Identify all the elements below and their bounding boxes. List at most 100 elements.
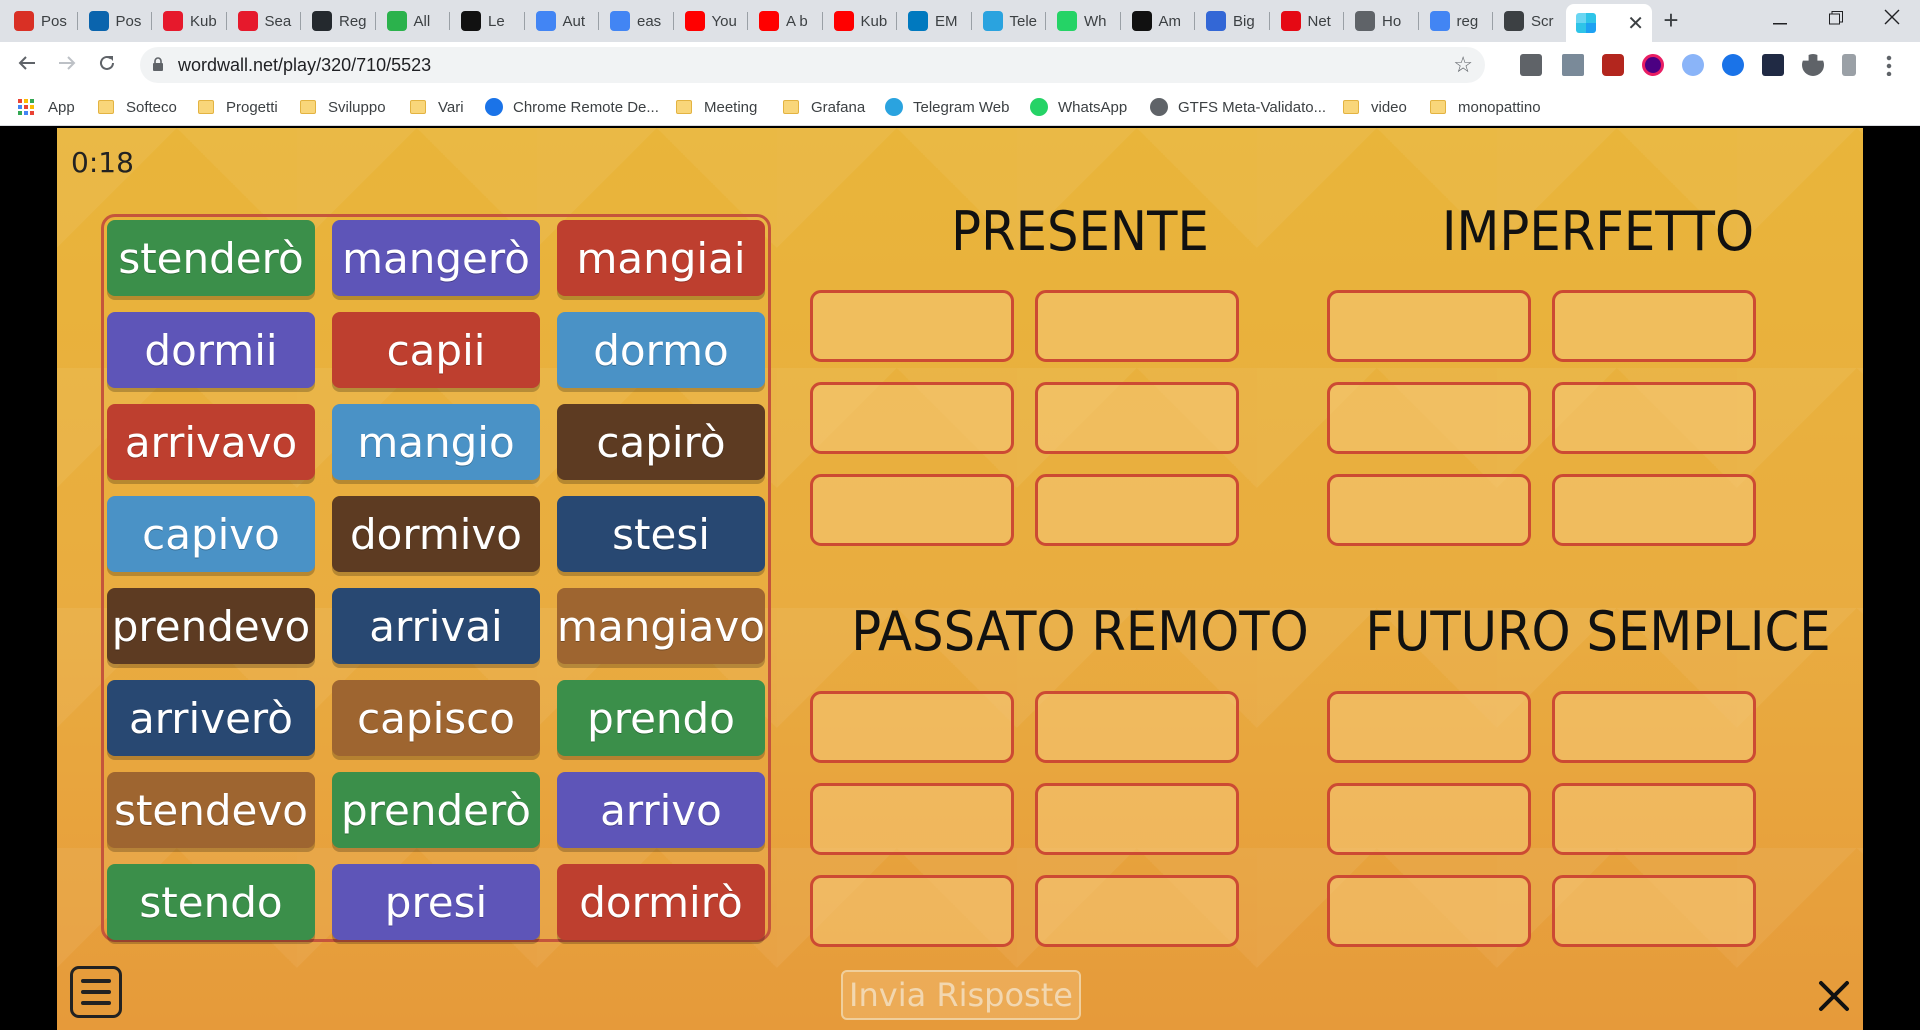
tab[interactable]: Scr [1494, 6, 1565, 36]
word-tile[interactable]: dormivo [332, 496, 540, 572]
tab[interactable]: EM [898, 6, 969, 36]
word-tile[interactable]: prendevo [107, 588, 315, 664]
word-tile[interactable]: stendo [107, 864, 315, 940]
drop-slot-presente[interactable] [810, 474, 1014, 546]
bookmark-apps[interactable]: App [18, 96, 75, 118]
tab[interactable]: Aut [526, 6, 597, 36]
tab[interactable]: Kub [153, 6, 224, 36]
drop-slot-imperfetto[interactable] [1552, 382, 1756, 454]
close-window-button[interactable] [1864, 0, 1920, 40]
tab[interactable]: Wh [1047, 6, 1118, 36]
drop-slot-futuro-semplice[interactable] [1552, 783, 1756, 855]
bookmark-item[interactable]: Meeting [676, 96, 757, 118]
color-picker-extension-icon[interactable] [1642, 54, 1664, 76]
drop-slot-passato-remoto[interactable] [1035, 783, 1239, 855]
drop-slot-imperfetto[interactable] [1552, 290, 1756, 362]
tab[interactable]: A b [749, 6, 820, 36]
close-game-button[interactable] [1809, 971, 1859, 1021]
drop-slot-passato-remoto[interactable] [810, 875, 1014, 947]
menu-button[interactable] [70, 966, 122, 1018]
word-tile[interactable]: dormo [557, 312, 765, 388]
puzzle-extensions-icon[interactable] [1802, 54, 1824, 76]
drop-slot-futuro-semplice[interactable] [1327, 875, 1531, 947]
tab[interactable]: Le [451, 6, 522, 36]
drop-slot-passato-remoto[interactable] [810, 783, 1014, 855]
drop-slot-passato-remoto[interactable] [1035, 875, 1239, 947]
minimize-button[interactable] [1752, 0, 1808, 40]
forward-button[interactable] [52, 50, 82, 80]
submit-answers-button[interactable]: Invia Risposte [841, 970, 1081, 1020]
tab[interactable]: All [377, 6, 448, 36]
drop-slot-futuro-semplice[interactable] [1552, 875, 1756, 947]
word-tile[interactable]: stenderò [107, 220, 315, 296]
word-tile[interactable]: prendo [557, 680, 765, 756]
word-tile[interactable]: capii [332, 312, 540, 388]
profile-icon[interactable] [1842, 54, 1856, 76]
bookmark-item[interactable]: Softeco [98, 96, 177, 118]
word-tile[interactable]: stesi [557, 496, 765, 572]
tab[interactable]: Kub [824, 6, 895, 36]
drop-slot-imperfetto[interactable] [1552, 474, 1756, 546]
tab[interactable]: Net [1271, 6, 1342, 36]
restore-button[interactable] [1808, 0, 1864, 40]
vue-extension-icon[interactable] [1562, 54, 1584, 76]
tab[interactable]: Ho [1345, 6, 1416, 36]
bookmark-item[interactable]: Telegram Web [885, 96, 1009, 118]
bookmark-item[interactable]: Grafana [783, 96, 865, 118]
ublock-extension-icon[interactable] [1602, 54, 1624, 76]
word-tile[interactable]: mangiavo [557, 588, 765, 664]
word-tile[interactable]: capisco [332, 680, 540, 756]
bookmark-item[interactable]: Chrome Remote De... [485, 96, 659, 118]
drive-extension-icon[interactable] [1520, 54, 1542, 76]
tab[interactable]: Sea [228, 6, 299, 36]
tab[interactable]: Pos [79, 6, 150, 36]
close-tab-icon[interactable]: ✕ [1627, 11, 1644, 36]
tab[interactable]: Big [1196, 6, 1267, 36]
bookmark-item[interactable]: Progetti [198, 96, 278, 118]
word-tile[interactable]: dormirò [557, 864, 765, 940]
word-tile[interactable]: arriverò [107, 680, 315, 756]
address-bar[interactable]: wordwall.net/play/320/710/5523 ☆ [140, 47, 1485, 83]
word-tile[interactable]: mangio [332, 404, 540, 480]
bookmark-item[interactable]: video [1343, 96, 1407, 118]
tab[interactable]: Tele [973, 6, 1044, 36]
drop-slot-imperfetto[interactable] [1327, 474, 1531, 546]
back-button[interactable] [12, 50, 42, 80]
word-tile[interactable]: arrivavo [107, 404, 315, 480]
connect-extension-icon[interactable] [1722, 54, 1744, 76]
tab[interactable]: eas [600, 6, 671, 36]
tab[interactable]: You [675, 6, 746, 36]
edit-extension-icon[interactable] [1682, 54, 1704, 76]
drop-slot-presente[interactable] [810, 290, 1014, 362]
drop-slot-presente[interactable] [1035, 382, 1239, 454]
word-tile[interactable]: stendevo [107, 772, 315, 848]
drop-slot-presente[interactable] [1035, 290, 1239, 362]
tab-wordwall-active[interactable]: ✕ [1566, 4, 1652, 42]
tab[interactable]: Am [1122, 6, 1193, 36]
word-tile[interactable]: capirò [557, 404, 765, 480]
bookmark-item[interactable]: WhatsApp [1030, 96, 1127, 118]
word-tile[interactable]: mangerò [332, 220, 540, 296]
drop-slot-futuro-semplice[interactable] [1552, 691, 1756, 763]
drop-slot-passato-remoto[interactable] [1035, 691, 1239, 763]
drop-slot-futuro-semplice[interactable] [1327, 783, 1531, 855]
bookmark-item[interactable]: GTFS Meta-Validato... [1150, 96, 1326, 118]
word-tile[interactable]: dormii [107, 312, 315, 388]
tab[interactable]: Pos [4, 6, 75, 36]
drop-slot-futuro-semplice[interactable] [1327, 691, 1531, 763]
bookmark-item[interactable]: monopattino [1430, 96, 1541, 118]
word-tile[interactable]: presi [332, 864, 540, 940]
reload-button[interactable] [92, 50, 122, 80]
drop-slot-imperfetto[interactable] [1327, 290, 1531, 362]
word-tile[interactable]: arrivai [332, 588, 540, 664]
word-tile[interactable]: prenderò [332, 772, 540, 848]
bookmark-item[interactable]: Vari [410, 96, 464, 118]
tab[interactable]: Reg [302, 6, 373, 36]
word-tile[interactable]: mangiai [557, 220, 765, 296]
screenshot-extension-icon[interactable] [1762, 54, 1784, 76]
bookmark-item[interactable]: Sviluppo [300, 96, 386, 118]
tab[interactable]: reg [1420, 6, 1491, 36]
bookmark-star-icon[interactable]: ☆ [1453, 52, 1473, 78]
more-menu-icon[interactable] [1886, 54, 1892, 76]
word-tile[interactable]: arrivo [557, 772, 765, 848]
